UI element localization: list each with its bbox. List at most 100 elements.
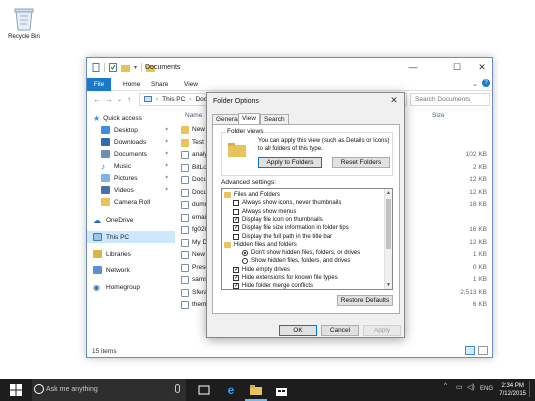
settings-option[interactable]: Always show icons, never thumbnails: [233, 199, 341, 207]
volume-icon[interactable]: ◁): [467, 383, 475, 391]
breadcrumb-this-pc[interactable]: This PC: [162, 96, 185, 103]
chevron-down-icon[interactable]: ▾: [134, 64, 137, 71]
dialog-close-button[interactable]: ✕: [388, 95, 400, 106]
tab-search[interactable]: Search: [260, 114, 289, 124]
apply-to-folders-button[interactable]: Apply to Folders: [258, 157, 322, 168]
file-explorer-taskbar-button[interactable]: [249, 383, 263, 397]
search-input[interactable]: Search Documents: [415, 96, 470, 103]
large-icons-view-button[interactable]: [478, 346, 488, 355]
back-icon[interactable]: ←: [93, 95, 101, 104]
radio-button[interactable]: [242, 250, 248, 257]
checkbox[interactable]: ✓: [233, 266, 239, 273]
tab-file[interactable]: File: [87, 78, 111, 91]
column-header-size[interactable]: Size: [432, 110, 445, 122]
nav-pictures[interactable]: Pictures ✦: [87, 172, 175, 184]
tab-home[interactable]: Home: [123, 78, 140, 91]
nav-downloads[interactable]: Downloads ✦: [87, 136, 175, 148]
checkbox[interactable]: ✓: [233, 275, 239, 281]
settings-option[interactable]: ✓ Hide extensions for known file types: [233, 274, 338, 282]
close-button[interactable]: ✕: [475, 61, 489, 73]
pin-icon[interactable]: ✦: [164, 163, 169, 169]
cancel-button[interactable]: Cancel: [321, 325, 359, 336]
column-header-name[interactable]: Name: [185, 110, 202, 122]
nav-onedrive[interactable]: ☁ OneDrive: [87, 214, 175, 226]
settings-option[interactable]: ✓ Display file icon on thumbnails: [233, 216, 323, 224]
action-center-button[interactable]: [529, 381, 534, 397]
advanced-settings-label: Advanced settings:: [221, 179, 276, 186]
up-icon[interactable]: ↑: [127, 95, 131, 104]
checkbox[interactable]: [233, 200, 239, 207]
apply-button[interactable]: Apply: [363, 325, 401, 336]
recent-locations-icon[interactable]: ⌄: [117, 96, 122, 103]
checkbox[interactable]: ✓: [233, 283, 239, 289]
new-folder-icon[interactable]: [121, 64, 130, 72]
details-view-button[interactable]: [465, 346, 475, 355]
settings-option[interactable]: Display the full path in the title bar: [233, 233, 332, 241]
tab-view[interactable]: View: [184, 78, 198, 91]
nav-desktop[interactable]: Desktop ✦: [87, 124, 175, 136]
nav-label: Homegroup: [106, 283, 140, 291]
properties-icon[interactable]: [92, 63, 100, 72]
settings-option[interactable]: ✓ Hide empty drives: [233, 266, 290, 274]
nav-libraries[interactable]: Libraries: [87, 248, 175, 260]
recycle-bin[interactable]: Recycle Bin: [4, 4, 44, 40]
checkbox[interactable]: ✓: [233, 216, 239, 223]
store-button[interactable]: [274, 383, 288, 397]
option-label: Hide extensions for known file types: [242, 275, 338, 281]
pin-icon[interactable]: ✦: [164, 139, 169, 145]
file-explorer-icon: [250, 385, 262, 395]
settings-option[interactable]: Show hidden files, folders, and drives: [242, 257, 350, 265]
task-view-button[interactable]: [197, 383, 211, 397]
tab-share[interactable]: Share: [151, 78, 168, 91]
pin-icon[interactable]: ✦: [164, 187, 169, 193]
network-tray-icon[interactable]: ▭: [456, 383, 463, 391]
scroll-down-icon[interactable]: ▼: [386, 282, 391, 288]
scrollbar-thumb[interactable]: [386, 199, 391, 249]
settings-option[interactable]: Don't show hidden files, folders, or dri…: [242, 249, 360, 257]
document-icon: [181, 213, 189, 222]
forward-icon[interactable]: →: [105, 95, 113, 104]
nav-this-pc[interactable]: This PC: [87, 231, 175, 243]
star-icon: ★: [93, 113, 101, 123]
start-button[interactable]: [9, 383, 23, 397]
nav-network[interactable]: Network: [87, 264, 175, 276]
nav-label: Documents: [114, 150, 147, 158]
radio-button[interactable]: [242, 258, 248, 265]
ok-button[interactable]: OK: [279, 325, 317, 336]
language-indicator[interactable]: ENG: [480, 386, 493, 392]
microphone-icon[interactable]: [175, 384, 180, 393]
expand-ribbon-icon[interactable]: ⌄: [472, 80, 478, 88]
cortana-search-input[interactable]: Ask me anything: [46, 386, 98, 393]
checkbox[interactable]: ✓: [233, 225, 239, 232]
show-hidden-icons[interactable]: ^: [444, 383, 447, 389]
nav-music[interactable]: ♪ Music ✦: [87, 160, 175, 172]
nav-documents[interactable]: Documents ✦: [87, 148, 175, 160]
maximize-button[interactable]: ☐: [450, 61, 464, 73]
settings-option[interactable]: ✓ Hide folder merge conflicts: [233, 282, 313, 289]
checkbox[interactable]: [233, 233, 239, 240]
pin-icon[interactable]: ✦: [164, 175, 169, 181]
pin-icon[interactable]: ✦: [164, 127, 169, 133]
scroll-up-icon[interactable]: ▲: [386, 190, 391, 196]
settings-option[interactable]: Always show menus: [233, 208, 296, 216]
clock[interactable]: 2:34 PM 7/12/2015: [499, 382, 526, 398]
nav-label: Camera Roll: [114, 198, 151, 206]
checkbox[interactable]: [233, 208, 239, 215]
search-box[interactable]: Search Documents: [410, 93, 490, 106]
edge-button[interactable]: e: [224, 383, 238, 397]
downloads-icon: [101, 138, 110, 146]
help-icon[interactable]: ?: [482, 79, 490, 87]
nav-quick-access[interactable]: ★ Quick access: [87, 112, 175, 124]
vertical-scrollbar[interactable]: ▲ ▼: [384, 189, 392, 289]
cortana-search-box[interactable]: Ask me anything: [32, 379, 186, 401]
nav-camera-roll[interactable]: Camera Roll: [87, 196, 175, 208]
pin-icon[interactable]: ✦: [164, 151, 169, 157]
advanced-settings-list[interactable]: Files and Folders Always show icons, neve…: [221, 188, 393, 290]
settings-option[interactable]: ✓ Display file size information in folder…: [233, 224, 349, 232]
checkmark-icon[interactable]: [109, 63, 117, 72]
nav-homegroup[interactable]: ◉ Homegroup: [87, 281, 175, 293]
reset-folders-button[interactable]: Reset Folders: [332, 157, 390, 168]
minimize-button[interactable]: —: [406, 61, 420, 73]
nav-videos[interactable]: Videos ✦: [87, 184, 175, 196]
restore-defaults-button[interactable]: Restore Defaults: [337, 295, 393, 306]
